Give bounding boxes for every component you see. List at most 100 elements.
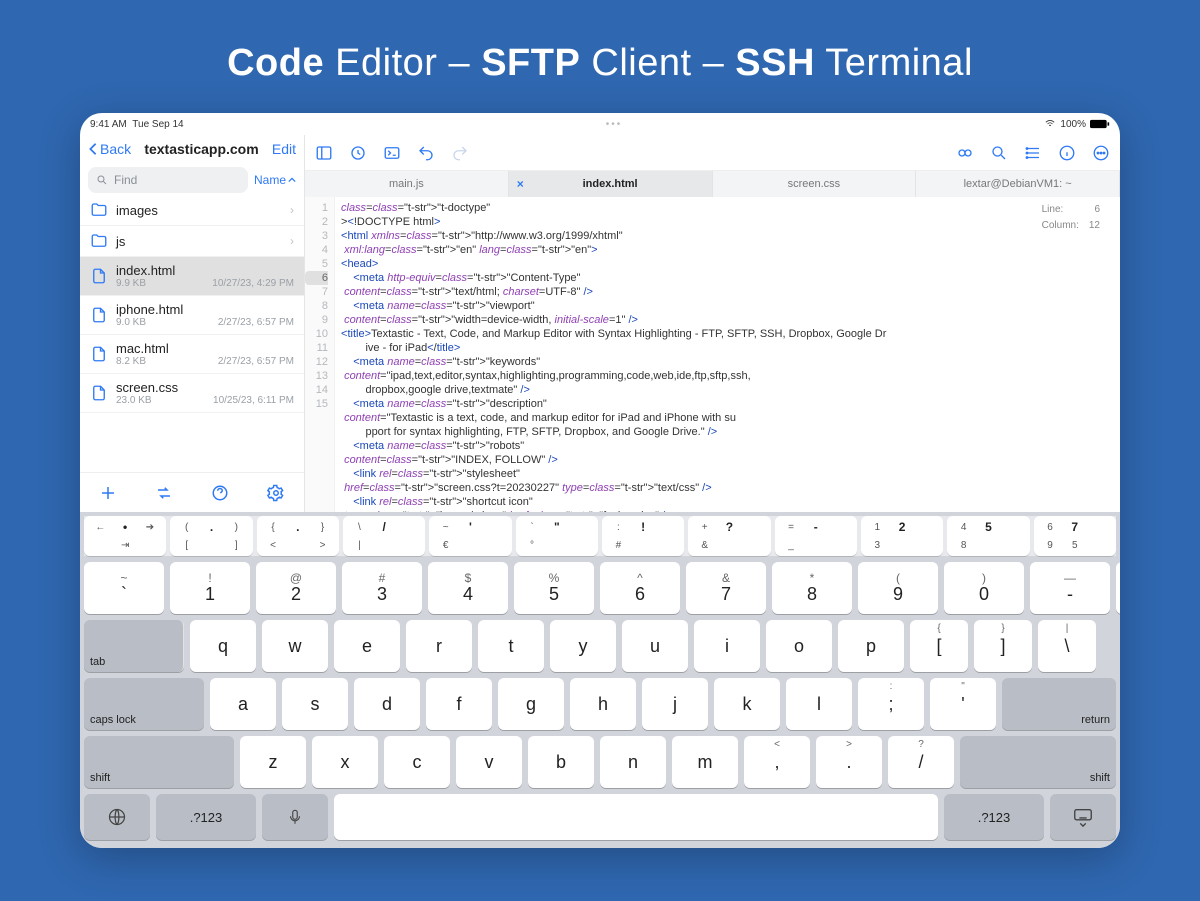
bracket-close-key[interactable]: }] bbox=[974, 620, 1032, 672]
letter-key[interactable]: r bbox=[406, 620, 472, 672]
letter-key[interactable]: z bbox=[240, 736, 306, 788]
num-key[interactable]: ~` bbox=[84, 562, 164, 614]
back-button[interactable]: Back bbox=[88, 141, 131, 157]
transfer-icon[interactable] bbox=[155, 484, 173, 502]
extra-key[interactable]: ~'€ bbox=[429, 516, 511, 556]
num-key[interactable]: —- bbox=[1030, 562, 1110, 614]
hide-keyboard-key[interactable] bbox=[1050, 794, 1116, 840]
comma-key[interactable]: <, bbox=[744, 736, 810, 788]
close-tab-icon[interactable]: × bbox=[517, 177, 524, 191]
edit-button[interactable]: Edit bbox=[272, 141, 296, 157]
folder-row[interactable]: js› bbox=[80, 226, 304, 257]
extra-key[interactable]: \/| bbox=[343, 516, 425, 556]
extra-key[interactable]: =-_ bbox=[775, 516, 857, 556]
num-key[interactable]: ^6 bbox=[600, 562, 680, 614]
numeric-key-left[interactable]: .?123 bbox=[156, 794, 256, 840]
num-key[interactable]: %5 bbox=[514, 562, 594, 614]
editor-tab[interactable]: ×index.html bbox=[509, 171, 713, 197]
folder-row[interactable]: images› bbox=[80, 195, 304, 226]
editor-tab[interactable]: main.js bbox=[305, 171, 509, 197]
letter-key[interactable]: s bbox=[282, 678, 348, 730]
num-key[interactable]: *8 bbox=[772, 562, 852, 614]
num-key[interactable]: )0 bbox=[944, 562, 1024, 614]
undo-icon[interactable] bbox=[417, 144, 435, 162]
letter-key[interactable]: y bbox=[550, 620, 616, 672]
letter-key[interactable]: h bbox=[570, 678, 636, 730]
letter-key[interactable]: c bbox=[384, 736, 450, 788]
num-key[interactable]: (9 bbox=[858, 562, 938, 614]
letter-key[interactable]: q bbox=[190, 620, 256, 672]
dictation-key[interactable] bbox=[262, 794, 328, 840]
extra-key[interactable]: 458 bbox=[947, 516, 1029, 556]
letter-key[interactable]: k bbox=[714, 678, 780, 730]
extra-key[interactable]: (.)[] bbox=[170, 516, 252, 556]
preview-icon[interactable] bbox=[956, 144, 974, 162]
letter-key[interactable]: f bbox=[426, 678, 492, 730]
tab-key[interactable]: tab bbox=[84, 620, 184, 672]
capslock-key[interactable]: caps lock bbox=[84, 678, 204, 730]
letter-key[interactable]: d bbox=[354, 678, 420, 730]
num-key[interactable]: !1 bbox=[170, 562, 250, 614]
quote-key[interactable]: "' bbox=[930, 678, 996, 730]
file-row[interactable]: screen.css23.0 KB10/25/23, 6:11 PM bbox=[80, 374, 304, 413]
add-button-icon[interactable] bbox=[99, 484, 117, 502]
more-icon[interactable] bbox=[1092, 144, 1110, 162]
space-key[interactable] bbox=[334, 794, 938, 840]
help-icon[interactable] bbox=[211, 484, 229, 502]
letter-key[interactable]: x bbox=[312, 736, 378, 788]
file-row[interactable]: iphone.html9.0 KB2/27/23, 6:57 PM bbox=[80, 296, 304, 335]
code-content[interactable]: class=class="t-str">"t-doctype"><!DOCTYP… bbox=[335, 197, 1120, 512]
letter-key[interactable]: t bbox=[478, 620, 544, 672]
semicolon-key[interactable]: :; bbox=[858, 678, 924, 730]
terminal-icon[interactable] bbox=[383, 144, 401, 162]
letter-key[interactable]: o bbox=[766, 620, 832, 672]
extra-key[interactable]: :!# bbox=[602, 516, 684, 556]
sort-button[interactable]: Name bbox=[254, 173, 296, 187]
letter-key[interactable]: g bbox=[498, 678, 564, 730]
letter-key[interactable]: v bbox=[456, 736, 522, 788]
slash-key[interactable]: ?/ bbox=[888, 736, 954, 788]
file-row[interactable]: mac.html8.2 KB2/27/23, 6:57 PM bbox=[80, 335, 304, 374]
search-input[interactable]: Find bbox=[88, 167, 248, 193]
extra-key[interactable]: +?& bbox=[688, 516, 770, 556]
num-key[interactable]: #3 bbox=[342, 562, 422, 614]
letter-key[interactable]: j bbox=[642, 678, 708, 730]
period-key[interactable]: >. bbox=[816, 736, 882, 788]
redo-icon[interactable] bbox=[451, 144, 469, 162]
info-icon[interactable] bbox=[1058, 144, 1076, 162]
extra-key[interactable]: 123 bbox=[861, 516, 943, 556]
letter-key[interactable]: w bbox=[262, 620, 328, 672]
bracket-open-key[interactable]: {[ bbox=[910, 620, 968, 672]
num-key[interactable]: &7 bbox=[686, 562, 766, 614]
shift-key-left[interactable]: shift bbox=[84, 736, 234, 788]
letter-key[interactable]: a bbox=[210, 678, 276, 730]
find-icon[interactable] bbox=[990, 144, 1008, 162]
num-key[interactable]: @2 bbox=[256, 562, 336, 614]
letter-key[interactable]: e bbox=[334, 620, 400, 672]
letter-key[interactable]: i bbox=[694, 620, 760, 672]
editor-tab[interactable]: screen.css bbox=[713, 171, 917, 197]
extra-key[interactable]: 6795 bbox=[1034, 516, 1116, 556]
file-row[interactable]: index.html9.9 KB10/27/23, 4:29 PM bbox=[80, 257, 304, 296]
num-key[interactable]: += bbox=[1116, 562, 1120, 614]
extra-key[interactable]: ←•➔⇥ bbox=[84, 516, 166, 556]
letter-key[interactable]: l bbox=[786, 678, 852, 730]
code-area[interactable]: Line:6 Column:12 123456789101112131415 c… bbox=[305, 197, 1120, 512]
symbols-icon[interactable] bbox=[1024, 144, 1042, 162]
num-key[interactable]: $4 bbox=[428, 562, 508, 614]
letter-key[interactable]: b bbox=[528, 736, 594, 788]
shift-key-right[interactable]: shift bbox=[960, 736, 1116, 788]
letter-key[interactable]: m bbox=[672, 736, 738, 788]
letter-key[interactable]: n bbox=[600, 736, 666, 788]
recent-icon[interactable] bbox=[349, 144, 367, 162]
extra-key[interactable]: {.}<> bbox=[257, 516, 339, 556]
numeric-key-right[interactable]: .?123 bbox=[944, 794, 1044, 840]
letter-key[interactable]: p bbox=[838, 620, 904, 672]
return-key[interactable]: return bbox=[1002, 678, 1116, 730]
settings-icon[interactable] bbox=[267, 484, 285, 502]
toggle-sidebar-icon[interactable] bbox=[315, 144, 333, 162]
extra-key[interactable]: `"° bbox=[516, 516, 598, 556]
globe-key[interactable] bbox=[84, 794, 150, 840]
letter-key[interactable]: u bbox=[622, 620, 688, 672]
editor-tab[interactable]: lextar@DebianVM1: ~ bbox=[916, 171, 1120, 197]
